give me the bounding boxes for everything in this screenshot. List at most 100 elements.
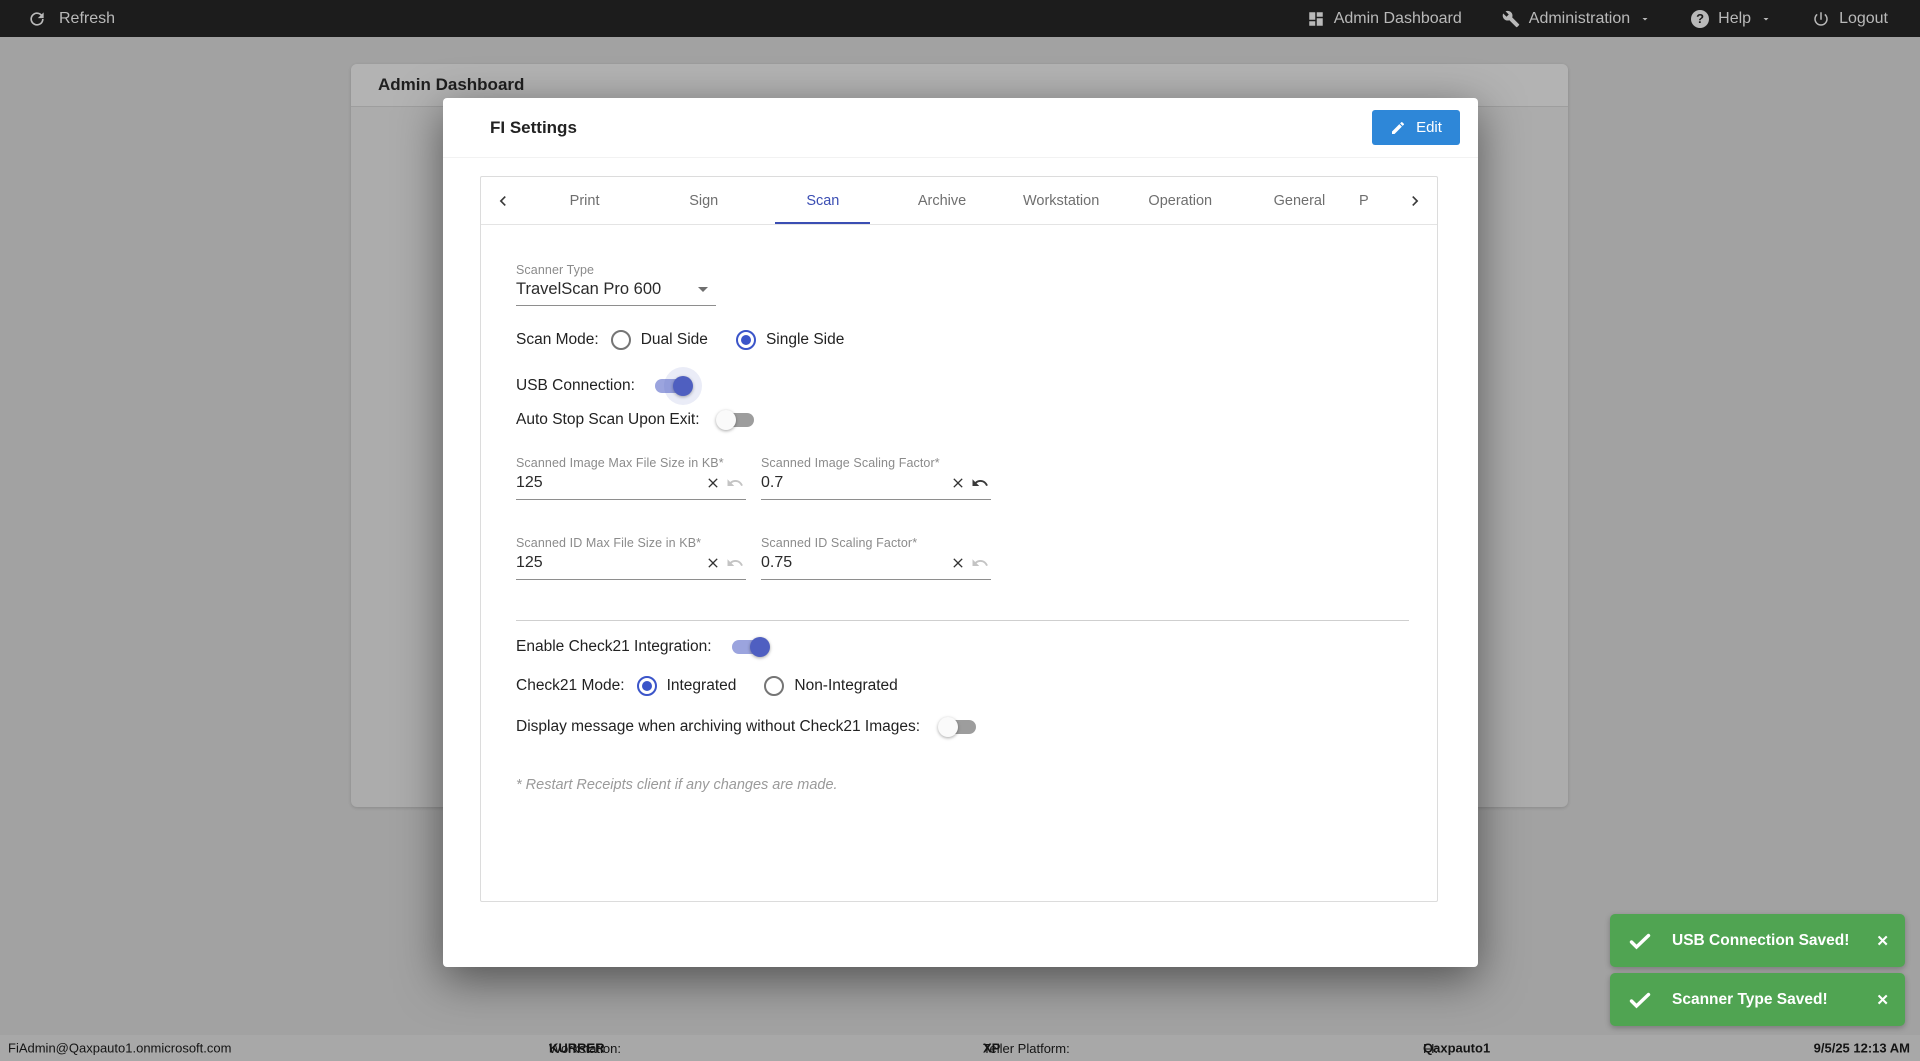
modal-title: FI Settings bbox=[490, 117, 577, 137]
display-message-toggle[interactable] bbox=[938, 717, 977, 737]
teller-platform-label: Teller Platform: bbox=[983, 1040, 1070, 1056]
undo-icon[interactable] bbox=[724, 552, 746, 574]
radio-checked-icon bbox=[636, 676, 657, 696]
edit-button-label: Edit bbox=[1416, 119, 1442, 136]
radio-unchecked-icon bbox=[610, 330, 631, 350]
clear-icon[interactable] bbox=[947, 472, 969, 494]
settings-panel: Print Sign Scan Archive Workstation Oper… bbox=[480, 176, 1438, 902]
auto-stop-label: Auto Stop Scan Upon Exit: bbox=[516, 411, 700, 428]
clear-icon[interactable] bbox=[702, 472, 724, 494]
tab-print[interactable]: Print bbox=[525, 177, 644, 224]
edit-button[interactable]: Edit bbox=[1372, 110, 1460, 145]
toast-usb-connection-saved: USB Connection Saved! ✕ bbox=[1610, 914, 1905, 967]
chevron-left-icon bbox=[499, 195, 506, 206]
dashboard-icon bbox=[1308, 11, 1323, 26]
tab-sign[interactable]: Sign bbox=[644, 177, 763, 224]
radio-checked-icon bbox=[735, 330, 756, 350]
check21-mode-integrated-option[interactable]: Integrated bbox=[636, 676, 737, 696]
background-page-title: Admin Dashboard bbox=[378, 75, 525, 94]
section-divider bbox=[516, 620, 1409, 621]
undo-icon[interactable] bbox=[724, 472, 746, 494]
check21-toggle[interactable] bbox=[731, 637, 770, 657]
admin-dashboard-nav[interactable]: Admin Dashboard bbox=[1307, 10, 1462, 28]
scanner-type-label: Scanner Type bbox=[516, 263, 595, 277]
scanned-id-max-size-input[interactable] bbox=[516, 554, 702, 572]
status-workstation: Workstation: KURRER bbox=[549, 1041, 621, 1056]
logout-button[interactable]: Logout bbox=[1812, 10, 1888, 28]
tab-operation[interactable]: Operation bbox=[1121, 177, 1240, 224]
toggle-thumb bbox=[749, 637, 770, 657]
toast-message: USB Connection Saved! bbox=[1672, 931, 1850, 949]
toast-container: USB Connection Saved! ✕ Scanner Type Sav… bbox=[1610, 914, 1905, 1026]
tab-workstation-label: Workstation bbox=[1022, 192, 1100, 209]
fi-settings-modal: FI Settings Edit Print Sign Scan Archive… bbox=[443, 98, 1478, 967]
tab-general-label: General bbox=[1273, 192, 1326, 209]
clear-icon[interactable] bbox=[702, 552, 724, 574]
help-label: Help bbox=[1718, 9, 1752, 27]
administration-menu[interactable]: Administration bbox=[1502, 10, 1651, 28]
check21-row: Enable Check21 Integration: bbox=[516, 633, 1409, 661]
tab-general[interactable]: General bbox=[1240, 177, 1359, 224]
usb-connection-toggle[interactable] bbox=[654, 367, 702, 405]
tab-print-label: Print bbox=[569, 192, 600, 209]
power-icon bbox=[1814, 11, 1828, 26]
check21-mode-row: Check21 Mode: Integrated Non-Integrated bbox=[516, 673, 1409, 699]
tabs-scroll-left-button[interactable] bbox=[481, 177, 525, 224]
tab-operation-label: Operation bbox=[1148, 192, 1213, 209]
toast-scanner-type-saved: Scanner Type Saved! ✕ bbox=[1610, 973, 1905, 1026]
status-user-email: FiAdmin@Qaxpauto1.onmicrosoft.com bbox=[8, 1040, 232, 1056]
scanned-image-scaling-label: Scanned Image Scaling Factor* bbox=[761, 456, 940, 470]
restart-footnote: * Restart Receipts client if any changes… bbox=[516, 777, 838, 793]
dropdown-arrow-icon bbox=[698, 287, 708, 292]
scanned-image-scaling-input[interactable] bbox=[761, 474, 947, 492]
undo-icon[interactable] bbox=[969, 552, 991, 574]
scanned-id-max-size-label: Scanned ID Max File Size in KB* bbox=[516, 536, 702, 550]
tab-bar: Print Sign Scan Archive Workstation Oper… bbox=[481, 177, 1437, 225]
scan-mode-single-side-option[interactable]: Single Side bbox=[735, 330, 844, 350]
scan-mode-row: Scan Mode: Dual Side Single Side bbox=[516, 330, 1409, 350]
undo-icon[interactable] bbox=[969, 472, 991, 494]
scanned-image-max-size-input[interactable] bbox=[516, 474, 702, 492]
close-icon[interactable]: ✕ bbox=[1876, 932, 1889, 950]
auto-stop-toggle[interactable] bbox=[715, 410, 754, 430]
refresh-button[interactable]: Refresh bbox=[0, 9, 115, 29]
usb-connection-label: USB Connection: bbox=[516, 377, 635, 394]
scanned-id-max-size-field: Scanned ID Max File Size in KB* bbox=[516, 536, 746, 580]
fi-label: FI: bbox=[1423, 1040, 1439, 1056]
close-icon[interactable]: ✕ bbox=[1876, 991, 1889, 1009]
check21-mode-non-integrated-option[interactable]: Non-Integrated bbox=[764, 676, 898, 696]
tab-scan-label: Scan bbox=[806, 192, 840, 209]
scanned-id-scaling-label: Scanned ID Scaling Factor* bbox=[761, 536, 918, 550]
display-message-row: Display message when archiving without C… bbox=[516, 713, 1409, 741]
tab-workstation[interactable]: Workstation bbox=[1002, 177, 1121, 224]
toggle-thumb bbox=[715, 410, 736, 430]
toggle-thumb bbox=[938, 717, 959, 737]
integrated-label: Integrated bbox=[666, 677, 737, 694]
chevron-down-icon bbox=[1763, 17, 1769, 20]
scan-tab-content: Scanner Type TravelScan Pro 600 Scan Mod… bbox=[481, 225, 1437, 793]
clear-icon[interactable] bbox=[947, 552, 969, 574]
auto-stop-row: Auto Stop Scan Upon Exit: bbox=[516, 406, 1409, 434]
administration-label: Administration bbox=[1528, 9, 1631, 27]
scanner-type-select[interactable]: Scanner Type TravelScan Pro 600 bbox=[516, 263, 716, 306]
scanned-id-scaling-field: Scanned ID Scaling Factor* bbox=[761, 536, 991, 580]
tab-partial-label: P bbox=[1358, 192, 1369, 209]
logout-label: Logout bbox=[1839, 9, 1888, 27]
scanned-id-scaling-input[interactable] bbox=[761, 554, 947, 572]
wrench-icon bbox=[1502, 10, 1520, 27]
status-fi: FI: Qaxpauto1 bbox=[1423, 1041, 1490, 1056]
tab-partial[interactable]: P bbox=[1359, 177, 1393, 224]
non-integrated-label: Non-Integrated bbox=[794, 677, 898, 694]
dual-side-label: Dual Side bbox=[640, 331, 708, 348]
scan-mode-dual-side-option[interactable]: Dual Side bbox=[610, 330, 708, 350]
help-menu[interactable]: ? Help bbox=[1691, 9, 1772, 28]
tab-scan[interactable]: Scan bbox=[763, 177, 882, 224]
check-icon bbox=[1629, 933, 1651, 949]
chevron-right-icon bbox=[1412, 195, 1419, 206]
status-datetime: 9/5/25 12:13 AM bbox=[1813, 1040, 1910, 1056]
scanned-image-max-size-field: Scanned Image Max File Size in KB* bbox=[516, 456, 746, 500]
radio-unchecked-icon bbox=[764, 676, 785, 696]
tabs-scroll-right-button[interactable] bbox=[1393, 177, 1437, 224]
scan-mode-label: Scan Mode: bbox=[516, 331, 599, 348]
tab-archive[interactable]: Archive bbox=[882, 177, 1001, 224]
